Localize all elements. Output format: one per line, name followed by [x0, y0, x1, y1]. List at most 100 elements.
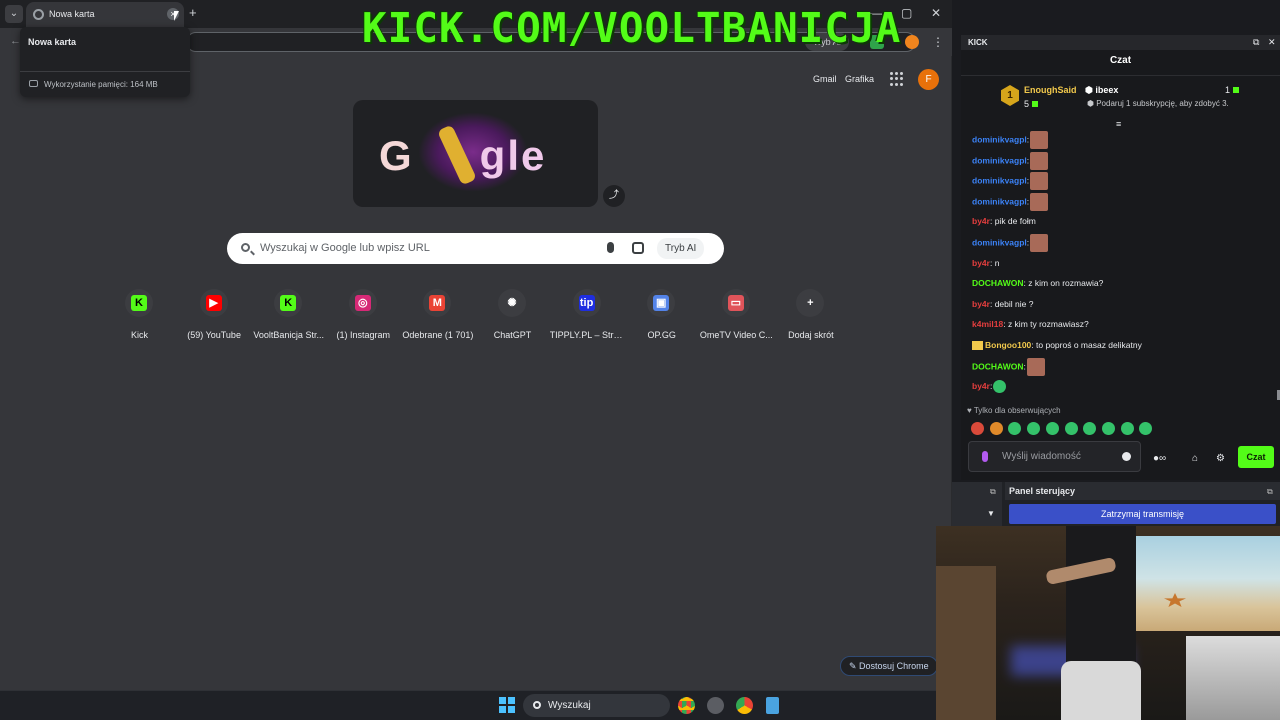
shortcut-tile[interactable]: ▣ OP.GG: [624, 287, 699, 347]
shortcut-tile[interactable]: K VooltBanicja Str...: [251, 287, 326, 347]
chat-username[interactable]: k4mil18: [972, 319, 1003, 329]
google-lens-icon[interactable]: [632, 242, 644, 254]
send-chat-button[interactable]: Czat: [1238, 446, 1274, 468]
leaderboard-badge: 1: [1001, 85, 1019, 106]
shortcut-tile[interactable]: ✺ ChatGPT: [475, 287, 550, 347]
chat-input[interactable]: Wyślij wiadomość: [968, 441, 1141, 472]
doodle-share-button[interactable]: ⤴: [603, 185, 625, 207]
google-doodle[interactable]: Ggle: [353, 100, 598, 207]
close-window-button[interactable]: ✕: [931, 6, 941, 20]
notepad-taskbar-icon[interactable]: [766, 697, 779, 714]
customize-chrome-button[interactable]: ✎ Dostosuj Chrome: [840, 656, 938, 676]
pinned-right-count: 1: [1225, 85, 1240, 95]
shortcut-favicon-icon: +: [802, 295, 819, 311]
dock-popout-icon[interactable]: ⧉: [1253, 37, 1259, 48]
obs-taskbar-icon[interactable]: [707, 697, 724, 714]
chat-username[interactable]: dominikvagpl: [972, 155, 1027, 165]
emote-quick-bar[interactable]: [971, 422, 1171, 436]
tab-hover-card: Nowa karta Wykorzystanie pamięci: 164 MB: [20, 27, 190, 97]
chat-username[interactable]: by4r: [972, 216, 990, 226]
account-avatar[interactable]: F: [918, 69, 939, 90]
chat-username[interactable]: dominikvagpl: [972, 134, 1027, 144]
chat-message: Bongoo100: to poproś o masaz delikatny: [972, 337, 1142, 353]
quick-emote-icon[interactable]: [1120, 422, 1134, 435]
chat-username[interactable]: DOCHAWON: [972, 278, 1023, 288]
chrome-profile-taskbar-icon[interactable]: [736, 697, 753, 714]
dock-popout-icon[interactable]: ⧉: [1267, 487, 1273, 497]
chat-message: dominikvagpl:: [972, 131, 1049, 149]
chrome-taskbar-icon[interactable]: [678, 697, 695, 714]
quick-emote-icon[interactable]: [1008, 422, 1022, 435]
shortcut-icon-circle: K: [274, 289, 303, 317]
chat-username[interactable]: DOCHAWON: [972, 361, 1023, 371]
shortcut-tile[interactable]: K Kick: [102, 287, 177, 347]
maximize-button[interactable]: ▢: [901, 6, 912, 20]
collapse-chevron-icon[interactable]: ≡: [1116, 119, 1121, 129]
shortcut-tile[interactable]: ▶ (59) YouTube: [177, 287, 252, 347]
shortcut-favicon-icon: tip: [578, 295, 595, 311]
chat-text: debil nie ?: [992, 298, 1034, 309]
microphone-icon[interactable]: [982, 451, 988, 462]
shortcut-tile[interactable]: M Odebrane (1 701): [400, 287, 475, 347]
shortcut-tile[interactable]: ▭ OmeTV Video C...: [699, 287, 774, 347]
profile-toolbar-icon[interactable]: [905, 35, 919, 49]
store-icon[interactable]: ⌂: [1192, 453, 1198, 464]
chrome-favicon-icon: [33, 9, 44, 20]
chat-message: by4r: debil nie ?: [972, 296, 1033, 312]
shortcut-icon-circle: K: [125, 289, 153, 317]
pinned-gift-banner[interactable]: 1 EnoughSaid 5 ⬢ ibeex ⬢ Podaruj 1 subsk…: [961, 76, 1280, 116]
stream-overlay-title: KICK.COM/VOOLTBANICJA: [362, 4, 902, 52]
chat-text: n: [992, 257, 1000, 268]
shortcut-tile[interactable]: tip TIPPLY.PL – Stre...: [550, 287, 625, 347]
chat-username[interactable]: dominikvagpl: [972, 175, 1027, 185]
images-link[interactable]: Grafika: [845, 74, 874, 84]
chat-username[interactable]: Bongoo100: [985, 340, 1031, 350]
quick-emote-icon[interactable]: [1064, 422, 1078, 435]
chevron-down-icon[interactable]: ▼: [987, 509, 995, 518]
tab-title: Nowa karta: [49, 9, 95, 19]
google-search-box[interactable]: Wyszukaj w Google lub wpisz URL Tryb AI: [227, 233, 724, 264]
shortcut-icon-circle: M: [423, 289, 452, 317]
tab-search-button[interactable]: ⌄: [5, 5, 23, 23]
quick-emote-icon[interactable]: [1027, 422, 1041, 435]
search-input[interactable]: Wyszukaj w Google lub wpisz URL: [260, 242, 430, 254]
chat-message: by4r:: [972, 378, 1007, 394]
windows-start-icon[interactable]: [499, 697, 515, 713]
shortcut-favicon-icon: ◎: [354, 295, 371, 311]
hover-card-memory: Wykorzystanie pamięci: 164 MB: [44, 80, 158, 89]
chrome-menu-button[interactable]: ⋮: [932, 35, 944, 49]
emoji-icon[interactable]: [1122, 452, 1131, 461]
shortcut-tile[interactable]: ◎ (1) Instagram: [326, 287, 401, 347]
control-panel-header: Panel sterujący ⧉: [1005, 482, 1280, 500]
dock-close-icon[interactable]: ✕: [1268, 37, 1276, 48]
microphone-icon[interactable]: [607, 242, 614, 253]
chat-username[interactable]: by4r: [972, 258, 990, 268]
quick-emote-icon[interactable]: [1139, 422, 1153, 435]
pinned-target: ⬢ ibeex: [1085, 85, 1119, 95]
emote-picker-icon[interactable]: ●∞: [1153, 453, 1166, 464]
chat-input-placeholder: Wyślij wiadomość: [1002, 451, 1081, 462]
quick-emote-icon[interactable]: [1083, 422, 1097, 435]
chat-username[interactable]: dominikvagpl: [972, 237, 1027, 247]
chat-username[interactable]: dominikvagpl: [972, 196, 1027, 206]
dock-popout-icon[interactable]: ⧉: [990, 487, 996, 497]
chat-username[interactable]: by4r: [972, 299, 990, 309]
chat-colon: :: [1023, 360, 1026, 371]
google-apps-icon[interactable]: [890, 72, 904, 86]
stop-stream-button[interactable]: Zatrzymaj transmisję: [1009, 504, 1276, 524]
shortcut-tile[interactable]: + Dodaj skrót: [773, 287, 848, 347]
mouse-cursor-icon: [174, 11, 179, 21]
quick-emote-icon[interactable]: [989, 422, 1003, 435]
gmail-link[interactable]: Gmail: [813, 74, 837, 84]
new-tab-button[interactable]: +: [189, 6, 197, 20]
quick-emote-icon[interactable]: [971, 422, 984, 435]
taskbar-search[interactable]: Wyszukaj: [523, 694, 670, 717]
chat-messages: dominikvagpl: dominikvagpl: dominikvagpl: d…: [961, 131, 1280, 399]
tab-new-tab[interactable]: Nowa karta ×: [26, 2, 184, 28]
shortcut-icon-circle: ◎: [348, 289, 377, 317]
ai-mode-button[interactable]: Tryb AI: [657, 238, 705, 259]
chat-username[interactable]: by4r: [972, 381, 990, 391]
settings-gear-icon[interactable]: ⚙: [1216, 453, 1225, 464]
quick-emote-icon[interactable]: [1101, 422, 1115, 435]
quick-emote-icon[interactable]: [1045, 422, 1059, 435]
